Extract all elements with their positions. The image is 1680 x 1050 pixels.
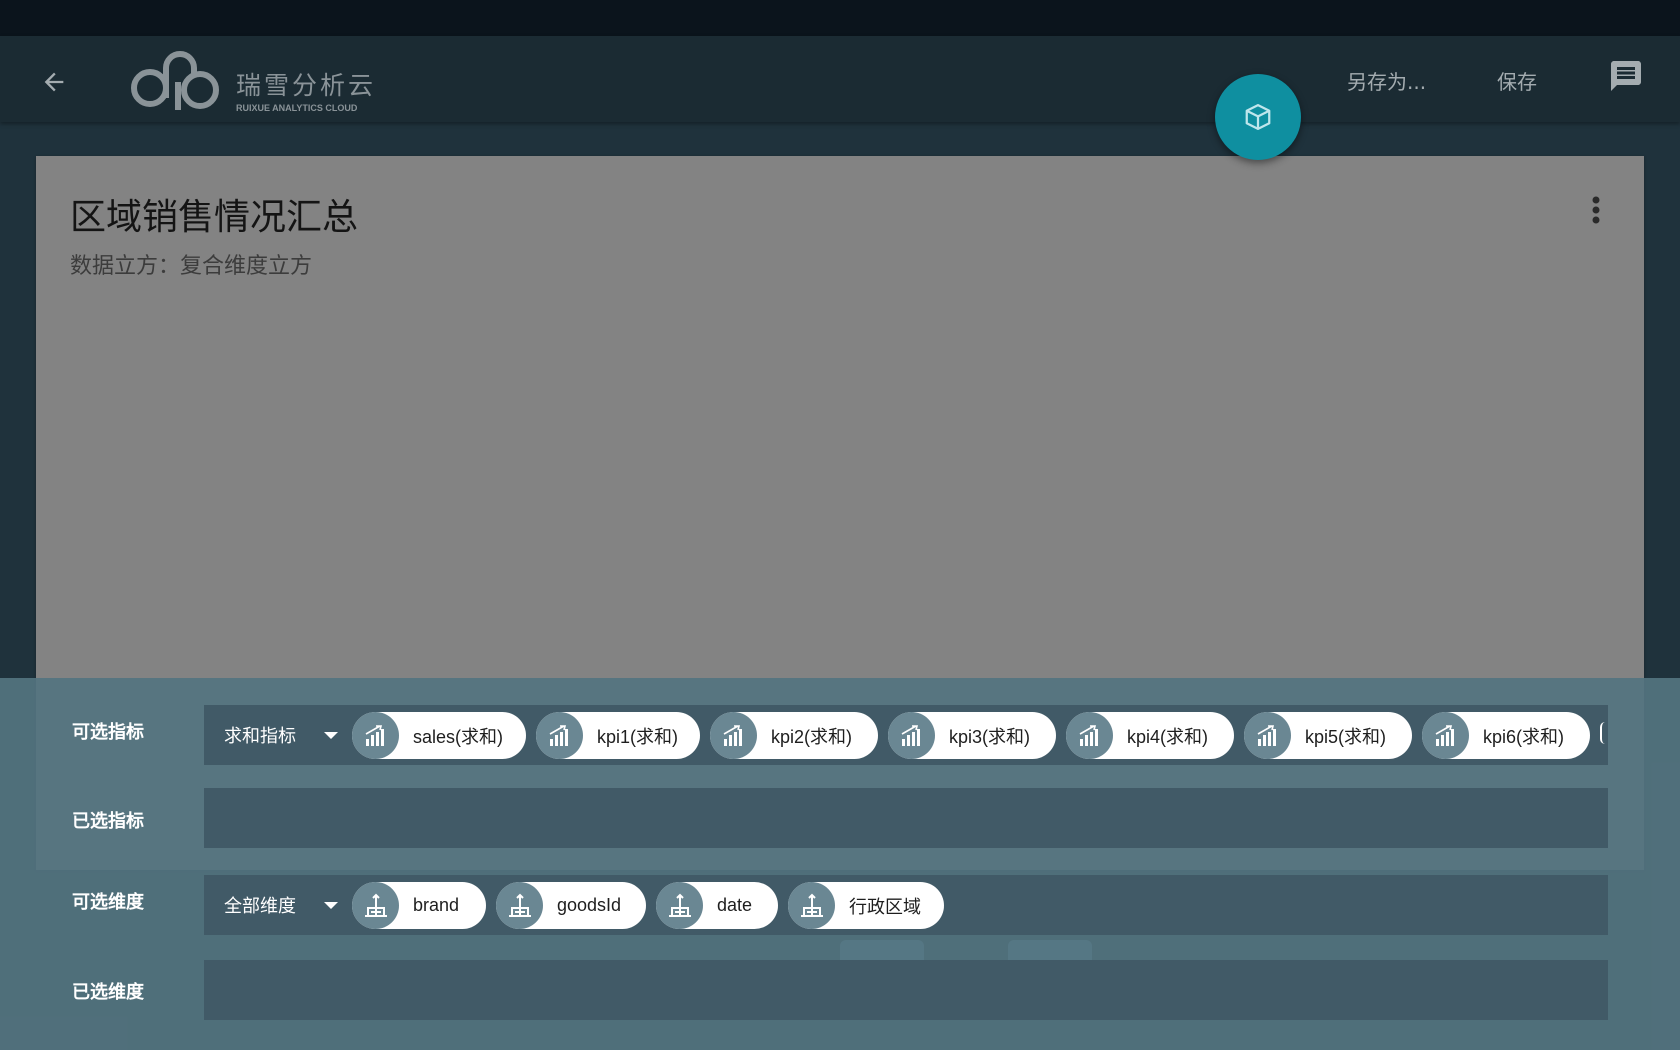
metric-chip-label: kpi4(求和) [1127,726,1209,747]
available-dimensions-label: 可选维度 [72,892,144,913]
logo-text: 瑞雪分析云 [236,71,377,100]
arrow-left-icon [44,72,64,92]
window-top-strip [0,0,1680,36]
dimension-chip-label: brand [413,895,460,915]
selected-metrics-label: 已选指标 [72,811,144,832]
dimension-hierarchy-icon [496,882,543,929]
metric-filter-dropdown[interactable]: 求和指标 [224,705,338,765]
dimension-hierarchy-icon [352,882,399,929]
dimension-chip[interactable]: 行政区域 [788,882,944,929]
data-cube-subtitle: 数据立方：复合维度立方 [70,254,313,279]
save-as-button[interactable]: 另存为... [1347,66,1426,95]
app-bar: 瑞雪分析云 RUIXUE ANALYTICS CLOUD 另存为... 保存 [0,36,1680,122]
metric-chip[interactable]: kpi5(求和) [1244,712,1412,759]
metric-chip-label: kpi3(求和) [949,726,1031,747]
logo-subtext: RUIXUE ANALYTICS CLOUD [236,103,358,113]
metric-filter-value: 求和指标 [224,726,296,747]
metric-chip-label: kpi5(求和) [1305,726,1387,747]
chevron-down-icon [324,731,338,739]
chip-overflow-edge [1600,722,1605,744]
save-button[interactable]: 保存 [1497,66,1537,95]
metric-bar-chart-icon [1422,712,1469,759]
metric-chip[interactable]: kpi1(求和) [536,712,700,759]
dimension-chip[interactable]: date [656,882,778,929]
metric-bar-chart-icon [352,712,399,759]
field-selection-panel: 可选指标 求和指标 sales(求和) kpi1(求和) kpi2(求和) kp… [0,678,1680,1050]
dimension-chip[interactable]: goodsId [496,882,646,929]
metric-bar-chart-icon [1066,712,1113,759]
dimension-filter-value: 全部维度 [224,896,296,917]
metric-chip-label: sales(求和) [413,726,504,747]
metric-bar-chart-icon [710,712,757,759]
message-icon [1611,61,1641,91]
filter-tab-shadow [840,940,924,960]
available-metrics-row: 求和指标 sales(求和) kpi1(求和) kpi2(求和) kpi3(求和… [204,705,1608,765]
cube-fab-button[interactable] [1215,74,1301,160]
metric-chip-label: kpi6(求和) [1483,726,1565,747]
selected-dimensions-label: 已选维度 [72,982,144,1003]
cube-icon [1245,104,1271,130]
dimension-chip-label: date [717,895,753,915]
chevron-down-icon [324,901,338,909]
available-dimensions-row: 全部维度 brand goodsId date 行政区域 [204,875,1608,935]
available-metrics-label: 可选指标 [72,722,144,743]
metric-chip[interactable]: kpi6(求和) [1422,712,1590,759]
cloud-logo-icon [131,51,219,110]
more-menu-button[interactable] [1586,194,1606,230]
dimension-chip[interactable]: brand [352,882,486,929]
dimension-chip-label: goodsId [557,895,622,915]
metric-chip-label: kpi2(求和) [771,726,853,747]
dimension-hierarchy-icon [788,882,835,929]
dimension-hierarchy-icon [656,882,703,929]
metric-chip-label: kpi1(求和) [597,726,679,747]
page-title: 区域销售情况汇总 [70,197,359,238]
metric-chip[interactable]: kpi2(求和) [710,712,878,759]
metric-chip[interactable]: sales(求和) [352,712,526,759]
metric-bar-chart-icon [536,712,583,759]
edit-tab-shadow [1008,940,1092,960]
dimension-chip-label: 行政区域 [849,896,921,917]
back-button[interactable] [34,62,74,102]
selected-dimensions-dropzone[interactable] [204,960,1608,1020]
more-vert-icon [1592,196,1600,224]
metric-bar-chart-icon [1244,712,1291,759]
logo: 瑞雪分析云 RUIXUE ANALYTICS CLOUD [126,46,376,116]
comments-button[interactable] [1608,58,1644,94]
metric-chip[interactable]: kpi4(求和) [1066,712,1234,759]
selected-metrics-dropzone[interactable] [204,788,1608,848]
metric-bar-chart-icon [888,712,935,759]
dimension-filter-dropdown[interactable]: 全部维度 [224,875,338,935]
metric-chip[interactable]: kpi3(求和) [888,712,1056,759]
